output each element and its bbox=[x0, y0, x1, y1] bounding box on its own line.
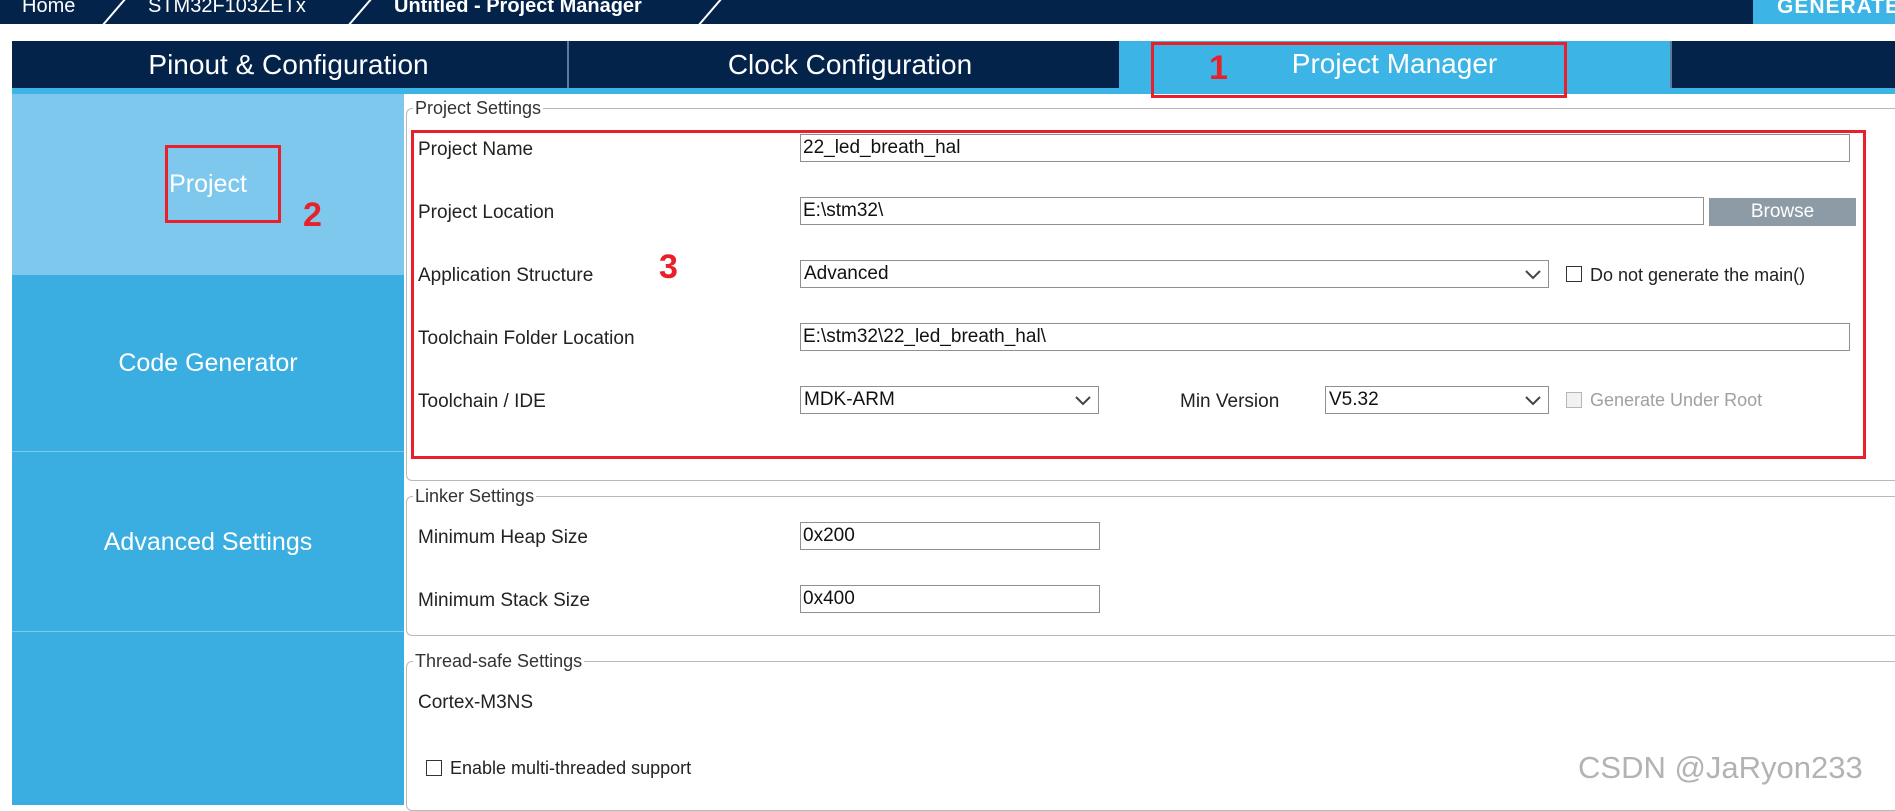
breadcrumb-separator-icon bbox=[692, 0, 726, 24]
breadcrumb-separator-icon bbox=[96, 0, 130, 24]
linker-settings-legend: Linker Settings bbox=[415, 486, 535, 506]
project-settings-legend: Project Settings bbox=[415, 98, 542, 118]
breadcrumb-home[interactable]: Home bbox=[22, 0, 75, 18]
annotation-number-3: 3 bbox=[659, 248, 678, 286]
tab-pinout-configuration[interactable]: Pinout & Configuration bbox=[12, 41, 565, 88]
tab-clock-configuration[interactable]: Clock Configuration bbox=[567, 41, 1131, 88]
linker-settings-group: Linker Settings bbox=[406, 486, 1895, 636]
annotation-number-2: 2 bbox=[303, 196, 322, 234]
multithread-label: Enable multi-threaded support bbox=[450, 758, 692, 778]
breadcrumb-separator-icon bbox=[342, 0, 376, 24]
min-stack-size-input[interactable] bbox=[800, 585, 1100, 613]
breadcrumb-mcu[interactable]: STM32F103ZETx bbox=[148, 0, 306, 18]
side-nav-code-generator[interactable]: Code Generator bbox=[12, 275, 404, 452]
multithread-checkbox[interactable] bbox=[426, 760, 442, 776]
min-heap-size-label: Minimum Heap Size bbox=[418, 527, 588, 548]
core-name-label: Cortex-M3NS bbox=[418, 692, 534, 713]
annotation-number-1: 1 bbox=[1209, 49, 1228, 87]
thread-safe-settings-legend: Thread-safe Settings bbox=[415, 651, 583, 671]
annotation-box-settings bbox=[411, 130, 1866, 459]
thread-safe-settings-group: Thread-safe Settings bbox=[406, 651, 1895, 811]
min-stack-size-label: Minimum Stack Size bbox=[418, 590, 591, 611]
tab-divider bbox=[1670, 41, 1672, 88]
side-nav-empty bbox=[12, 632, 404, 805]
side-nav-advanced-settings[interactable]: Advanced Settings bbox=[12, 452, 404, 632]
min-heap-size-input[interactable] bbox=[800, 522, 1100, 550]
annotation-box-project bbox=[165, 145, 281, 223]
generate-code-button[interactable]: GENERATE CODE bbox=[1753, 0, 1895, 24]
watermark: CSDN @JaRyon233 bbox=[1578, 750, 1863, 785]
breadcrumb: Home STM32F103ZETx Untitled - Project Ma… bbox=[0, 0, 1895, 24]
breadcrumb-project[interactable]: Untitled - Project Manager bbox=[394, 0, 642, 18]
main-tabbar: Pinout & Configuration Clock Configurati… bbox=[12, 41, 1895, 94]
